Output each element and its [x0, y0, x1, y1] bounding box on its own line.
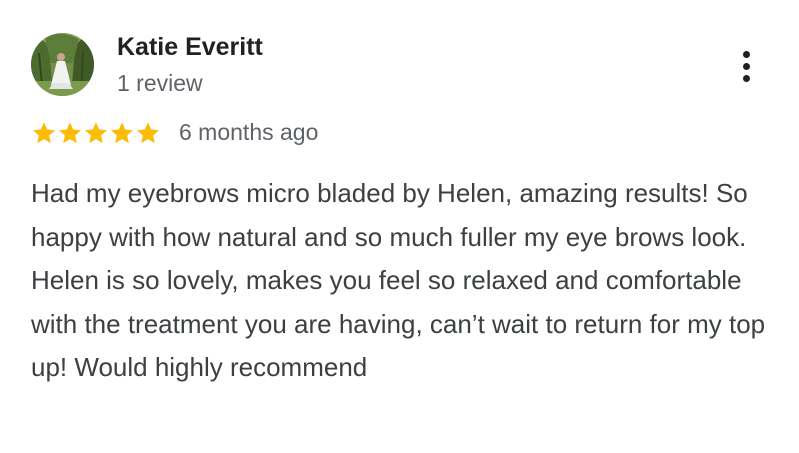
- more-vertical-icon: [742, 74, 750, 82]
- star-icon: [109, 120, 135, 146]
- review-date: 6 months ago: [179, 119, 319, 145]
- star-icon: [31, 120, 57, 146]
- star-icon: [135, 120, 161, 146]
- avatar[interactable]: [31, 33, 94, 96]
- avatar-photo: [31, 33, 94, 96]
- more-vertical-icon: [742, 62, 750, 70]
- review-card: Katie Everitt 1 review 6 months ago Had …: [0, 0, 799, 453]
- star-icon: [57, 120, 83, 146]
- more-options-button[interactable]: [728, 44, 764, 88]
- review-text: Had my eyebrows micro bladed by Helen, a…: [31, 178, 766, 382]
- star-icon: [83, 120, 109, 146]
- reviewer-name[interactable]: Katie Everitt: [117, 31, 263, 63]
- reviewer-review-count: 1 review: [117, 70, 203, 96]
- more-vertical-icon: [742, 50, 750, 58]
- star-rating: [31, 118, 161, 148]
